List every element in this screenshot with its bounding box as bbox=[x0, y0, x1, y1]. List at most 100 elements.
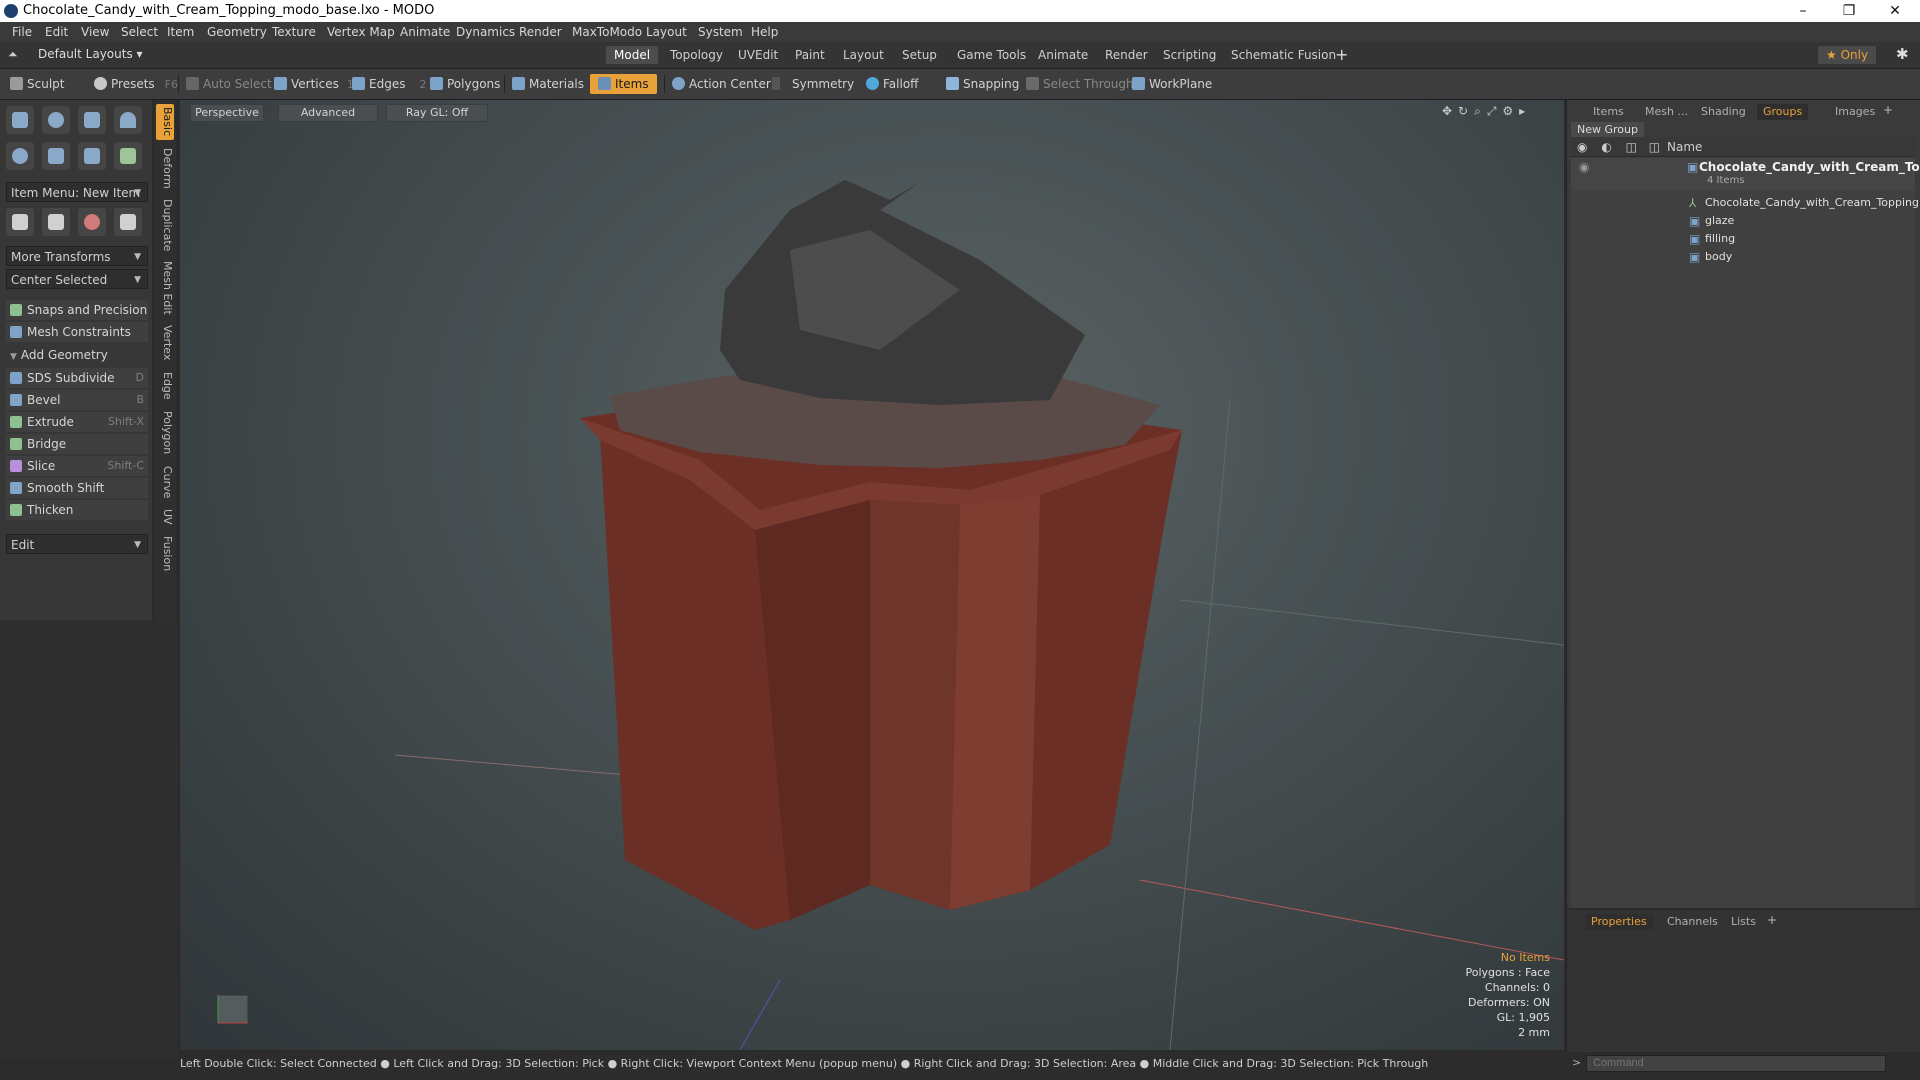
menu-texture[interactable]: Texture bbox=[272, 25, 316, 39]
new-group-button[interactable]: New Group bbox=[1571, 122, 1644, 137]
smooth-shift-button[interactable]: Smooth Shift bbox=[6, 478, 148, 498]
vtab-mesh-edit[interactable]: Mesh Edit bbox=[156, 260, 174, 316]
materials-button[interactable]: Materials bbox=[512, 74, 584, 94]
tree-row-item[interactable]: ▣ body bbox=[1571, 248, 1915, 266]
symmetry-button[interactable]: Symmetry bbox=[772, 74, 854, 94]
only-toggle[interactable]: ★ Only bbox=[1818, 46, 1877, 64]
edit-dropdown[interactable]: Edit ▼ bbox=[6, 534, 148, 554]
cone-tool-button[interactable] bbox=[114, 106, 142, 134]
tab-properties[interactable]: Properties bbox=[1585, 914, 1653, 930]
tab-groups[interactable]: Groups bbox=[1757, 104, 1809, 120]
menu-item[interactable]: Item bbox=[167, 25, 194, 39]
vtab-vertex[interactable]: Vertex bbox=[156, 322, 174, 364]
add-tab-icon[interactable]: + bbox=[1767, 913, 1777, 927]
tree-row-group[interactable]: ◉ ▣ Chocolate_Candy_with_Cream_To... 4 I… bbox=[1571, 158, 1920, 190]
cube-tool-button[interactable] bbox=[6, 106, 34, 134]
add-geometry-header[interactable]: ▼ Add Geometry bbox=[6, 345, 148, 365]
menu-help[interactable]: Help bbox=[751, 25, 778, 39]
minimize-button[interactable]: – bbox=[1780, 0, 1826, 22]
thicken-button[interactable]: Thicken bbox=[6, 500, 148, 520]
tab-mesh[interactable]: Mesh ... bbox=[1645, 104, 1688, 120]
select-through-button[interactable]: Select Through bbox=[1026, 74, 1134, 94]
menu-layout[interactable]: Layout bbox=[646, 25, 687, 39]
tab-game-tools[interactable]: Game Tools bbox=[949, 46, 1034, 64]
pen-tool-button[interactable] bbox=[78, 142, 106, 170]
tab-shading[interactable]: Shading bbox=[1701, 104, 1746, 120]
vtab-polygon[interactable]: Polygon bbox=[156, 408, 174, 458]
vtab-edge[interactable]: Edge bbox=[156, 370, 174, 402]
menu-geometry[interactable]: Geometry bbox=[207, 25, 267, 39]
add-tab-icon[interactable]: + bbox=[1335, 45, 1348, 64]
vtab-fusion[interactable]: Fusion bbox=[156, 534, 174, 574]
tab-lists[interactable]: Lists bbox=[1731, 914, 1756, 930]
menu-render[interactable]: Render bbox=[519, 25, 562, 39]
menu-animate[interactable]: Animate bbox=[400, 25, 450, 39]
sphere-tool-button[interactable] bbox=[42, 106, 70, 134]
item-menu-dropdown[interactable]: Item Menu: New Item ▼ bbox=[6, 182, 148, 202]
menu-dynamics[interactable]: Dynamics bbox=[456, 25, 515, 39]
auto-select-button[interactable]: Auto Select bbox=[186, 74, 272, 94]
menu-edit[interactable]: Edit bbox=[45, 25, 68, 39]
snapping-button[interactable]: Snapping bbox=[946, 74, 1019, 94]
tab-animate[interactable]: Animate bbox=[1030, 46, 1096, 64]
action-center-button[interactable]: Action Center bbox=[672, 74, 771, 94]
menu-system[interactable]: System bbox=[698, 25, 743, 39]
capsule-tool-button[interactable] bbox=[42, 142, 70, 170]
rotate-tool-button[interactable] bbox=[42, 208, 70, 236]
vertices-button[interactable]: Vertices 1 bbox=[274, 74, 354, 94]
tab-images[interactable]: Images bbox=[1835, 104, 1875, 120]
move-tool-button[interactable] bbox=[6, 208, 34, 236]
mesh-constraints-button[interactable]: Mesh Constraints bbox=[6, 322, 148, 342]
falloff-button[interactable]: Falloff bbox=[866, 74, 918, 94]
cylinder-tool-button[interactable] bbox=[78, 106, 106, 134]
tab-items[interactable]: Items bbox=[1593, 104, 1624, 120]
tab-setup[interactable]: Setup bbox=[894, 46, 945, 64]
tab-schematic-fusion[interactable]: Schematic Fusion bbox=[1223, 46, 1344, 64]
vtab-deform[interactable]: Deform bbox=[156, 146, 174, 190]
layout-dropdown[interactable]: Default Layouts ▾ bbox=[38, 47, 143, 61]
tab-scripting[interactable]: Scripting bbox=[1155, 46, 1224, 64]
tab-topology[interactable]: Topology bbox=[662, 46, 731, 64]
menu-maxtomodo[interactable]: MaxToModo bbox=[572, 25, 642, 39]
tab-uvedit[interactable]: UVEdit bbox=[730, 46, 786, 64]
command-input[interactable] bbox=[1586, 1055, 1886, 1072]
sds-subdivide-button[interactable]: SDS Subdivide D bbox=[6, 368, 148, 388]
transform-tool-button[interactable] bbox=[114, 208, 142, 236]
eye-icon[interactable]: ◉ bbox=[1579, 158, 1589, 176]
tab-render[interactable]: Render bbox=[1097, 46, 1156, 64]
vtab-basic[interactable]: Basic bbox=[156, 104, 174, 140]
menu-file[interactable]: File bbox=[12, 25, 32, 39]
vtab-uv[interactable]: UV bbox=[156, 506, 174, 528]
select-icon[interactable]: ◫ bbox=[1649, 140, 1660, 154]
items-button[interactable]: Items bbox=[590, 74, 657, 94]
more-transforms-dropdown[interactable]: More Transforms ▼ bbox=[6, 246, 148, 266]
slice-button[interactable]: Slice Shift-C bbox=[6, 456, 148, 476]
menu-vertex-map[interactable]: Vertex Map bbox=[327, 25, 395, 39]
lock-icon[interactable]: ◐ bbox=[1601, 140, 1611, 154]
tree-row-item[interactable]: ▣ filling bbox=[1571, 230, 1915, 248]
gear-icon[interactable]: ✱ bbox=[1896, 45, 1909, 63]
polygons-button[interactable]: Polygons bbox=[430, 74, 500, 94]
3d-viewport[interactable]: Perspective Advanced Ray GL: Off ✥↻⌕⤢⚙▸ … bbox=[180, 100, 1564, 1050]
menu-select[interactable]: Select bbox=[121, 25, 158, 39]
snaps-and-precision-button[interactable]: Snaps and Precision bbox=[6, 300, 148, 320]
workplane-button[interactable]: WorkPlane bbox=[1132, 74, 1212, 94]
edges-button[interactable]: Edges 2 bbox=[352, 74, 426, 94]
scale-tool-button[interactable] bbox=[78, 208, 106, 236]
render-icon[interactable]: ◫ bbox=[1626, 140, 1637, 154]
add-tab-icon[interactable]: + bbox=[1883, 103, 1893, 117]
menu-view[interactable]: View bbox=[81, 25, 109, 39]
vtab-curve[interactable]: Curve bbox=[156, 464, 174, 500]
extrude-button[interactable]: Extrude Shift-X bbox=[6, 412, 148, 432]
sculpt-button[interactable]: Sculpt bbox=[10, 74, 64, 94]
bridge-button[interactable]: Bridge bbox=[6, 434, 148, 454]
restore-button[interactable]: ❐ bbox=[1826, 0, 1872, 22]
text-tool-button[interactable] bbox=[114, 142, 142, 170]
presets-button[interactable]: Presets F6 bbox=[94, 74, 178, 94]
tab-layout[interactable]: Layout bbox=[835, 46, 892, 64]
tree-row-item[interactable]: ⅄ Chocolate_Candy_with_Cream_Topping bbox=[1571, 194, 1919, 212]
vtab-duplicate[interactable]: Duplicate bbox=[156, 196, 174, 254]
tab-paint[interactable]: Paint bbox=[787, 46, 833, 64]
layout-collapse-icon[interactable]: ⏶ bbox=[8, 47, 18, 62]
tree-row-item[interactable]: ▣ glaze bbox=[1571, 212, 1915, 230]
